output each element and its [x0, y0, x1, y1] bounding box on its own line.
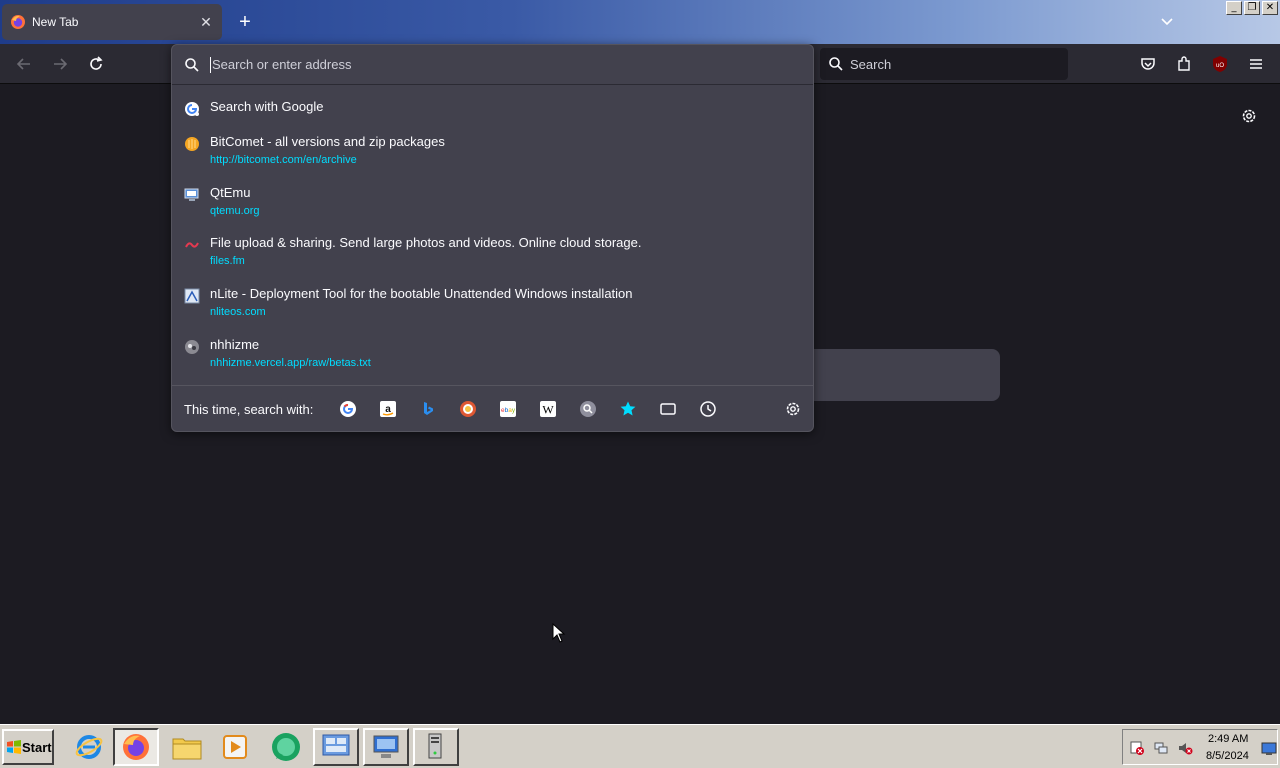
result-bitcomet[interactable]: BitComet - all versions and zip packages… — [172, 128, 813, 176]
result-title: Search with Google — [210, 99, 324, 114]
folder-icon — [172, 738, 202, 760]
taskbar-server-manager[interactable] — [413, 728, 459, 766]
result-url: http://bitcomet.com/en/archive — [210, 154, 357, 166]
text-caret — [210, 56, 211, 73]
menu-icon[interactable] — [1246, 54, 1266, 74]
svg-text:W: W — [542, 403, 554, 417]
tab-title: New Tab — [32, 15, 79, 29]
volume-muted-icon[interactable] — [1177, 740, 1193, 756]
taskbar-file-explorer[interactable] — [164, 728, 210, 766]
result-search-with-google[interactable]: Search with Google — [172, 93, 813, 127]
result-title: BitComet - all versions and zip packages — [210, 134, 445, 149]
filesfm-icon — [185, 242, 199, 248]
newtab-search-box[interactable] — [800, 349, 1000, 401]
server-icon — [428, 733, 442, 759]
result-nlite[interactable]: nLite - Deployment Tool for the bootable… — [172, 280, 813, 328]
history-icon[interactable] — [699, 400, 717, 418]
result-title: File upload & sharing. Send large photos… — [210, 235, 642, 250]
one-off-search-buttons: This time, search with: a ebay W — [172, 385, 813, 431]
duckduckgo-icon[interactable] — [459, 400, 477, 418]
new-tab-button[interactable]: + — [234, 10, 256, 34]
pocket-icon[interactable] — [1138, 54, 1158, 74]
result-url: nhhizme.vercel.app/raw/betas.txt — [210, 357, 371, 369]
search-icon — [829, 57, 843, 71]
ublock-origin-icon[interactable]: uO — [1210, 54, 1230, 74]
bing-icon[interactable] — [419, 400, 437, 418]
taskbar-media-player[interactable] — [212, 728, 258, 766]
taskbar-control-panel[interactable] — [313, 728, 359, 766]
taskbar-internet-explorer[interactable] — [66, 728, 112, 766]
tabs-icon[interactable] — [659, 400, 677, 418]
reload-icon[interactable] — [86, 54, 106, 74]
result-files-fm[interactable]: File upload & sharing. Send large photos… — [172, 229, 813, 277]
google-icon[interactable] — [339, 400, 357, 418]
search-icon — [185, 57, 199, 72]
firefox-icon — [123, 734, 149, 760]
mouse-cursor-icon — [552, 623, 566, 643]
close-window-button[interactable]: ✕ — [1262, 1, 1278, 15]
forward-icon[interactable] — [50, 54, 70, 74]
control-panel-icon — [322, 734, 350, 756]
bookmarks-icon[interactable] — [619, 400, 637, 418]
search-engine-icon[interactable] — [579, 400, 597, 418]
url-input-placeholder: Search or enter address — [212, 57, 352, 72]
search-settings-gear-icon[interactable] — [784, 400, 802, 418]
url-input[interactable]: Search or enter address — [172, 45, 813, 85]
taskbar-firefox[interactable] — [113, 728, 159, 766]
result-title: QtEmu — [210, 185, 251, 200]
svg-text:a: a — [385, 404, 391, 415]
qtemu-icon — [184, 188, 199, 201]
restore-button[interactable]: ❐ — [1244, 1, 1260, 15]
nlite-icon — [184, 288, 200, 304]
result-url: qtemu.org — [210, 205, 260, 217]
computer-icon — [373, 735, 399, 758]
svg-text:ebay: ebay — [501, 407, 516, 414]
nhhizme-icon — [185, 340, 199, 354]
taskbar-remote-desktop[interactable] — [363, 728, 409, 766]
amazon-icon[interactable]: a — [379, 400, 397, 418]
firefox-icon — [11, 15, 25, 29]
list-all-tabs-icon[interactable] — [1158, 12, 1176, 30]
result-title: nhhizme — [210, 337, 260, 352]
clock-date[interactable]: 8/5/2024 — [1206, 750, 1249, 762]
chat-app-icon — [272, 733, 300, 761]
show-desktop-icon[interactable] — [1261, 742, 1277, 756]
tab-strip: New Tab ✕ + _ ❐ ✕ — [0, 0, 1280, 44]
result-qtemu[interactable]: QtEmu qtemu.org — [172, 179, 813, 227]
wikipedia-icon[interactable]: W — [539, 400, 557, 418]
result-title: nLite - Deployment Tool for the bootable… — [210, 286, 633, 301]
bitcomet-icon — [185, 137, 199, 151]
svg-text:uO: uO — [1216, 63, 1224, 69]
media-player-icon — [223, 735, 247, 759]
result-nhhizme[interactable]: nhhizme nhhizme.vercel.app/raw/betas.txt — [172, 331, 813, 379]
system-tray — [1122, 729, 1278, 765]
tab-close-icon[interactable]: ✕ — [198, 14, 214, 31]
taskbar-app-green[interactable] — [263, 728, 309, 766]
search-bar[interactable]: Search — [820, 48, 1068, 80]
search-bar-placeholder: Search — [850, 56, 892, 72]
start-button[interactable]: Start — [2, 729, 54, 765]
start-label: Start — [22, 739, 52, 755]
back-icon[interactable] — [14, 54, 34, 74]
clock-time[interactable]: 2:49 AM — [1208, 733, 1248, 745]
tab-new-tab[interactable]: New Tab ✕ — [2, 4, 222, 40]
one-off-label: This time, search with: — [184, 402, 314, 417]
security-alert-icon[interactable] — [1129, 740, 1145, 756]
google-icon — [185, 102, 199, 116]
network-icon[interactable] — [1153, 740, 1169, 756]
result-url: files.fm — [210, 255, 245, 267]
newtab-settings-gear-icon[interactable] — [1240, 107, 1258, 125]
internet-explorer-icon — [75, 735, 103, 759]
urlbar-dropdown: Search or enter address Search with Goog… — [171, 44, 814, 432]
taskbar: Start 2:49 AM 8/5/2024 — [0, 724, 1280, 768]
windows-logo-icon — [7, 740, 21, 754]
extensions-icon[interactable] — [1174, 54, 1194, 74]
ebay-icon[interactable]: ebay — [499, 400, 517, 418]
minimize-button[interactable]: _ — [1226, 1, 1242, 15]
window-controls: _ ❐ ✕ — [1226, 1, 1278, 15]
result-url: nliteos.com — [210, 306, 266, 318]
